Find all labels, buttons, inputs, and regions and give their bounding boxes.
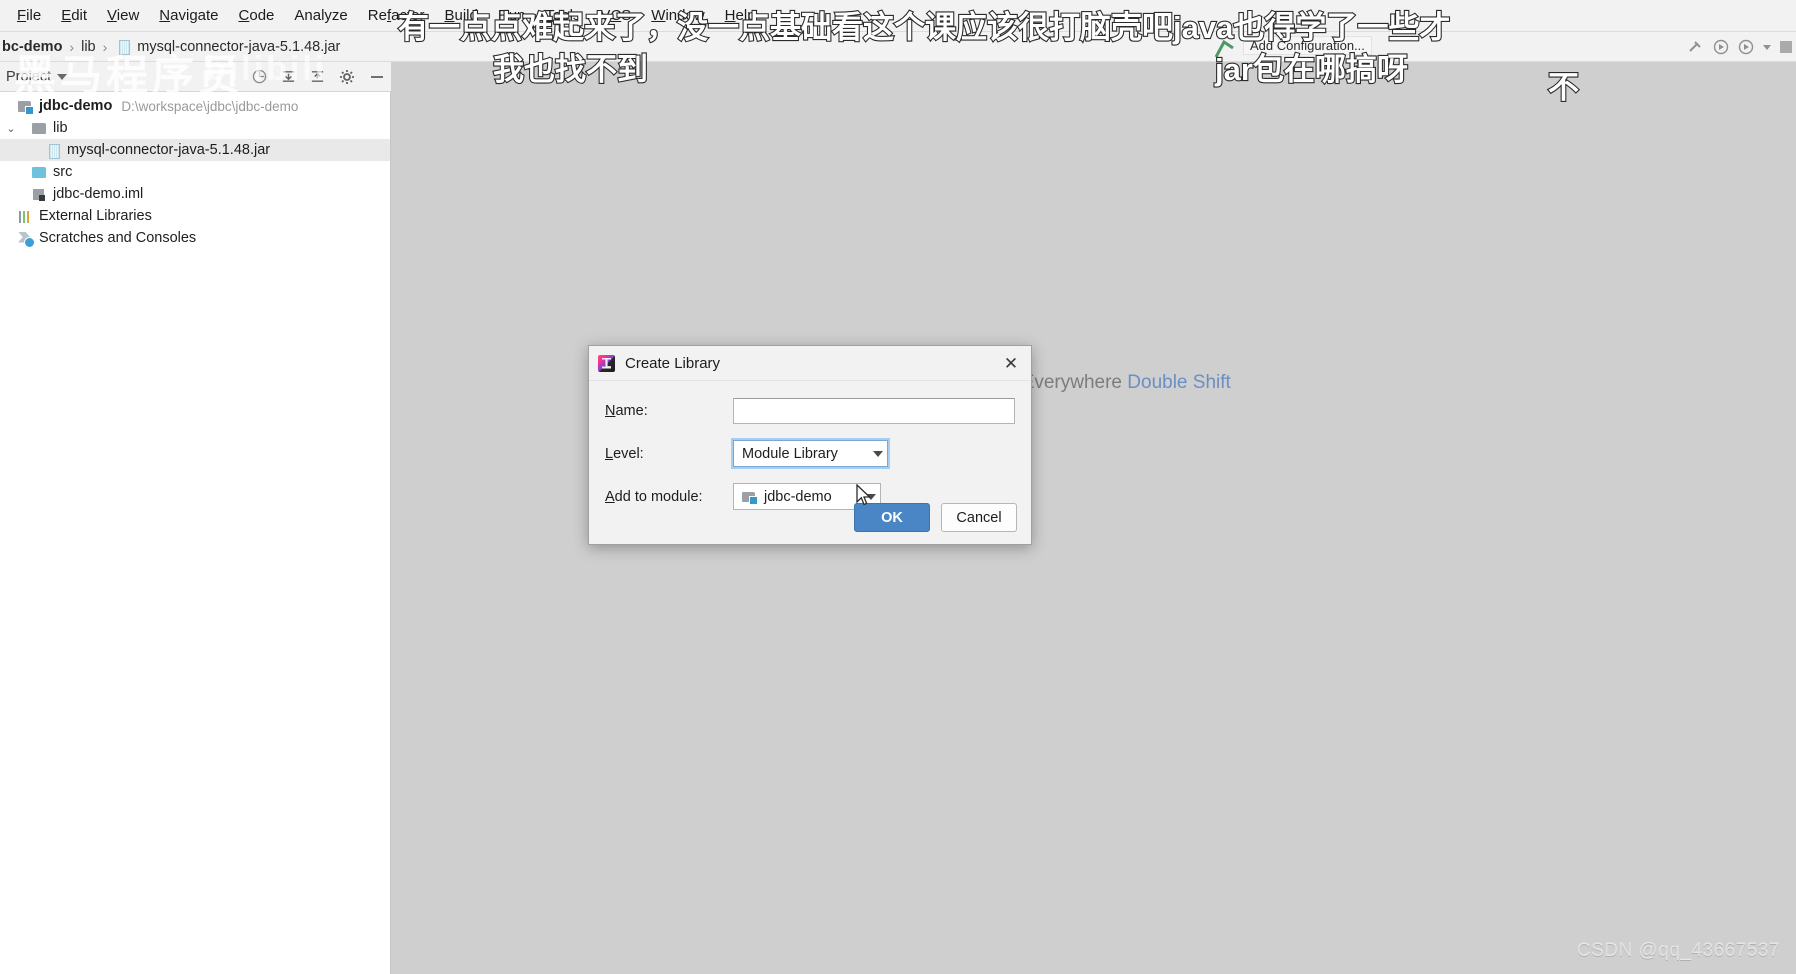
menu-window[interactable]: Window [642,4,713,27]
menu-code[interactable]: Code [230,4,284,27]
tree-item-label: jdbc-demo [39,98,113,114]
dialog-title: Create Library [625,354,721,372]
chevron-down-icon [866,493,876,500]
screen-root: Search Everywhere Double Shift File Edit… [0,0,1796,974]
search-everywhere-shortcut: Double Shift [1127,372,1231,393]
tree-row[interactable]: jdbc-demo D:\workspace\jdbc\jdbc-demo [0,95,390,117]
menu-help[interactable]: Help [716,4,765,27]
close-icon[interactable]: ✕ [1000,352,1022,374]
tree-row[interactable]: ⌄ lib [0,117,390,139]
tree-twisty-expanded-icon[interactable]: ⌄ [4,122,18,135]
breadcrumb-item-project[interactable]: bc-demo [2,39,62,55]
menu-tools[interactable]: Tools [536,4,589,27]
chevron-down-icon [873,450,883,457]
cancel-button[interactable]: Cancel [941,503,1017,532]
menu-analyze[interactable]: Analyze [285,4,356,27]
source-folder-icon [32,165,48,180]
name-label: Name: [605,403,648,419]
menu-vcs[interactable]: VCS [591,4,640,27]
breadcrumb-item-jar[interactable]: mysql-connector-java-5.1.48.jar [137,39,340,55]
breadcrumb-separator-icon: › [102,38,108,55]
tree-item-label: src [53,164,73,180]
scratches-icon [18,231,35,248]
project-tool-window-title[interactable]: Project [6,69,51,85]
main-toolbar-right [1688,32,1792,62]
debug-icon[interactable] [1738,39,1754,55]
select-opened-file-icon[interactable] [252,69,267,84]
folder-icon [32,121,48,136]
breadcrumb: bc-demo › lib › mysql-connector-java-5.1… [0,32,1796,62]
expand-all-icon[interactable] [281,69,296,84]
gear-icon[interactable] [339,69,355,85]
add-configuration-button[interactable]: Add Configuration... [1243,36,1372,55]
breadcrumb-item-lib[interactable]: lib [81,39,96,55]
tree-row[interactable]: Scratches and Consoles [0,227,390,249]
menu-refactor[interactable]: Refactor [359,4,434,27]
level-value: Module Library [742,445,838,462]
tree-item-label: Scratches and Consoles [39,230,197,246]
tree-row[interactable]: jdbc-demo.iml [0,183,390,205]
build-hammer-icon[interactable] [1688,39,1704,55]
tree-row[interactable]: mysql-connector-java-5.1.48.jar [0,139,390,161]
jar-icon [116,39,132,55]
menu-file[interactable]: File [8,4,50,27]
dialog-body: Name: Level: Module Library Add to modul… [589,381,1031,510]
menu-build[interactable]: Build [435,4,486,27]
project-tree: jdbc-demo D:\workspace\jdbc\jdbc-demo ⌄ … [0,92,391,974]
level-dropdown[interactable]: Module Library [733,440,888,467]
tree-item-label: lib [53,120,68,136]
external-libraries-icon [18,209,34,224]
level-label: Level: [605,445,644,462]
module-icon [18,99,34,115]
dialog-title-bar: Create Library ✕ [589,346,1031,381]
level-row: Level: Module Library [605,440,1015,467]
add-to-module-label: Add to module: [605,488,703,505]
chevron-down-icon[interactable] [57,73,68,80]
tree-item-path: D:\workspace\jdbc\jdbc-demo [121,98,299,114]
module-icon [742,490,758,505]
menu-edit[interactable]: Edit [52,4,96,27]
menu-run[interactable]: Run [489,4,535,27]
menu-bar: File Edit View Navigate Code Analyze Ref… [0,0,1796,32]
project-tool-window-actions [252,69,385,85]
create-library-dialog: Create Library ✕ Name: Level: Module Lib… [588,345,1032,545]
chevron-down-icon[interactable] [1763,44,1771,50]
name-input[interactable] [733,398,1015,424]
add-to-module-value: jdbc-demo [764,488,832,505]
name-row: Name: [605,398,1015,424]
collapse-all-icon[interactable] [310,69,325,84]
jar-icon [46,143,62,159]
tree-item-label: mysql-connector-java-5.1.48.jar [67,142,271,158]
project-tool-window-header: Project [0,62,391,92]
run-icon[interactable] [1713,39,1729,55]
menu-view[interactable]: View [98,4,148,27]
tree-item-label: External Libraries [39,208,152,224]
iml-file-icon [32,187,48,202]
hide-icon[interactable] [369,69,385,85]
run-arrow-icon [1214,39,1234,58]
menu-navigate[interactable]: Navigate [150,4,227,27]
stop-icon[interactable] [1780,41,1792,53]
tree-row[interactable]: External Libraries [0,205,390,227]
tree-row[interactable]: src [0,161,390,183]
breadcrumb-separator-icon: › [69,38,75,55]
dialog-buttons: OK Cancel [854,503,1017,532]
ok-button[interactable]: OK [854,503,930,532]
intellij-idea-icon [598,354,615,372]
tree-item-label: jdbc-demo.iml [53,186,144,202]
